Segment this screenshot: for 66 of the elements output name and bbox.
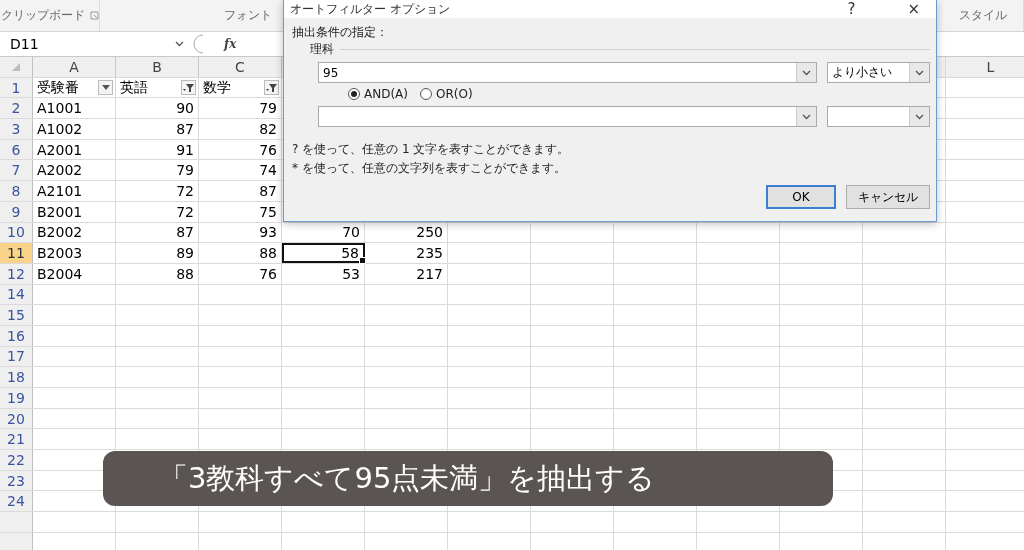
function-label[interactable]: fx (224, 37, 237, 51)
row-header[interactable]: 3 (0, 119, 33, 139)
radio-option[interactable]: OR(O) (420, 87, 473, 101)
filter-button[interactable] (264, 80, 279, 96)
chevron-icon (915, 69, 924, 76)
header-text: 受験番 (37, 78, 79, 97)
ribbon-group-label: フォント (223, 7, 272, 24)
row-header[interactable]: 20 (0, 408, 33, 429)
row-header[interactable]: 14 (0, 284, 33, 305)
name-box[interactable]: D11 (0, 34, 190, 54)
filter-button[interactable] (181, 80, 196, 96)
dropdown-button[interactable] (909, 63, 929, 82)
row-header[interactable]: 15 (0, 305, 33, 325)
row-header[interactable]: 22 (0, 450, 33, 470)
operator-select[interactable] (827, 106, 930, 127)
filter-button[interactable] (98, 80, 113, 96)
row-header[interactable]: 17 (0, 346, 33, 367)
value-combo[interactable] (318, 106, 818, 127)
dialog-button[interactable]: OK (766, 185, 836, 209)
row-header[interactable]: 18 (0, 367, 33, 387)
field-label: 理科 (310, 41, 334, 58)
radio-button[interactable] (348, 88, 360, 100)
filter-icon (183, 82, 194, 93)
caret-icon (101, 85, 110, 91)
help-button[interactable]: ? (839, 1, 864, 17)
row-header[interactable]: 11 (0, 243, 33, 263)
row-header[interactable]: 12 (0, 263, 33, 284)
filter-icon (266, 82, 277, 93)
chevron-icon (915, 113, 924, 120)
header-text: 英語 (120, 78, 148, 97)
dropdown-button[interactable] (909, 107, 929, 126)
row-header[interactable]: 1 (0, 77, 33, 98)
ribbon-group-label: クリップボード (0, 7, 85, 24)
value-combo[interactable]: 95 (318, 62, 818, 83)
dialog-button[interactable]: キャンセル (846, 185, 930, 209)
row-header[interactable]: 23 (0, 470, 33, 491)
ribbon-group-label: スタイル (959, 7, 1007, 24)
corner-triangle-icon (12, 62, 20, 71)
row-header[interactable]: 7 (0, 160, 33, 181)
radio-option[interactable]: AND(A) (348, 87, 408, 101)
caret-icon (175, 41, 184, 47)
dialog-launcher-icon[interactable] (89, 11, 99, 20)
row-header[interactable]: 9 (0, 201, 33, 222)
row-header[interactable] (0, 512, 33, 532)
hint-text: ? を使って、任意の 1 文字を表すことができます。 (292, 141, 571, 158)
dropdown-button[interactable] (796, 107, 817, 126)
radio-button[interactable] (420, 88, 432, 100)
row-header[interactable]: 8 (0, 181, 33, 201)
row-header[interactable]: 6 (0, 139, 33, 160)
caption-text: 「3教科すべて95点未満」を抽出する (159, 459, 656, 497)
table-cell: 58 (282, 243, 365, 263)
hint-text: * を使って、任意の文字列を表すことができます。 (292, 160, 567, 177)
dropdown-button[interactable] (796, 63, 817, 82)
close-button[interactable]: × (899, 1, 928, 17)
row-header[interactable]: 2 (0, 98, 33, 119)
header-text: 数学 (203, 78, 231, 97)
chevron-icon (802, 69, 812, 76)
row-header[interactable]: 16 (0, 325, 33, 346)
row-header[interactable]: 21 (0, 429, 33, 450)
chevron-icon (802, 113, 812, 120)
section-label: 抽出条件の指定： (292, 24, 389, 41)
dialog-title: オートフィルター オプション (290, 0, 450, 18)
row-header[interactable]: 10 (0, 222, 33, 243)
operator-select[interactable]: より小さい (827, 62, 930, 83)
row-header[interactable]: 24 (0, 491, 33, 512)
row-header[interactable]: 19 (0, 388, 33, 408)
